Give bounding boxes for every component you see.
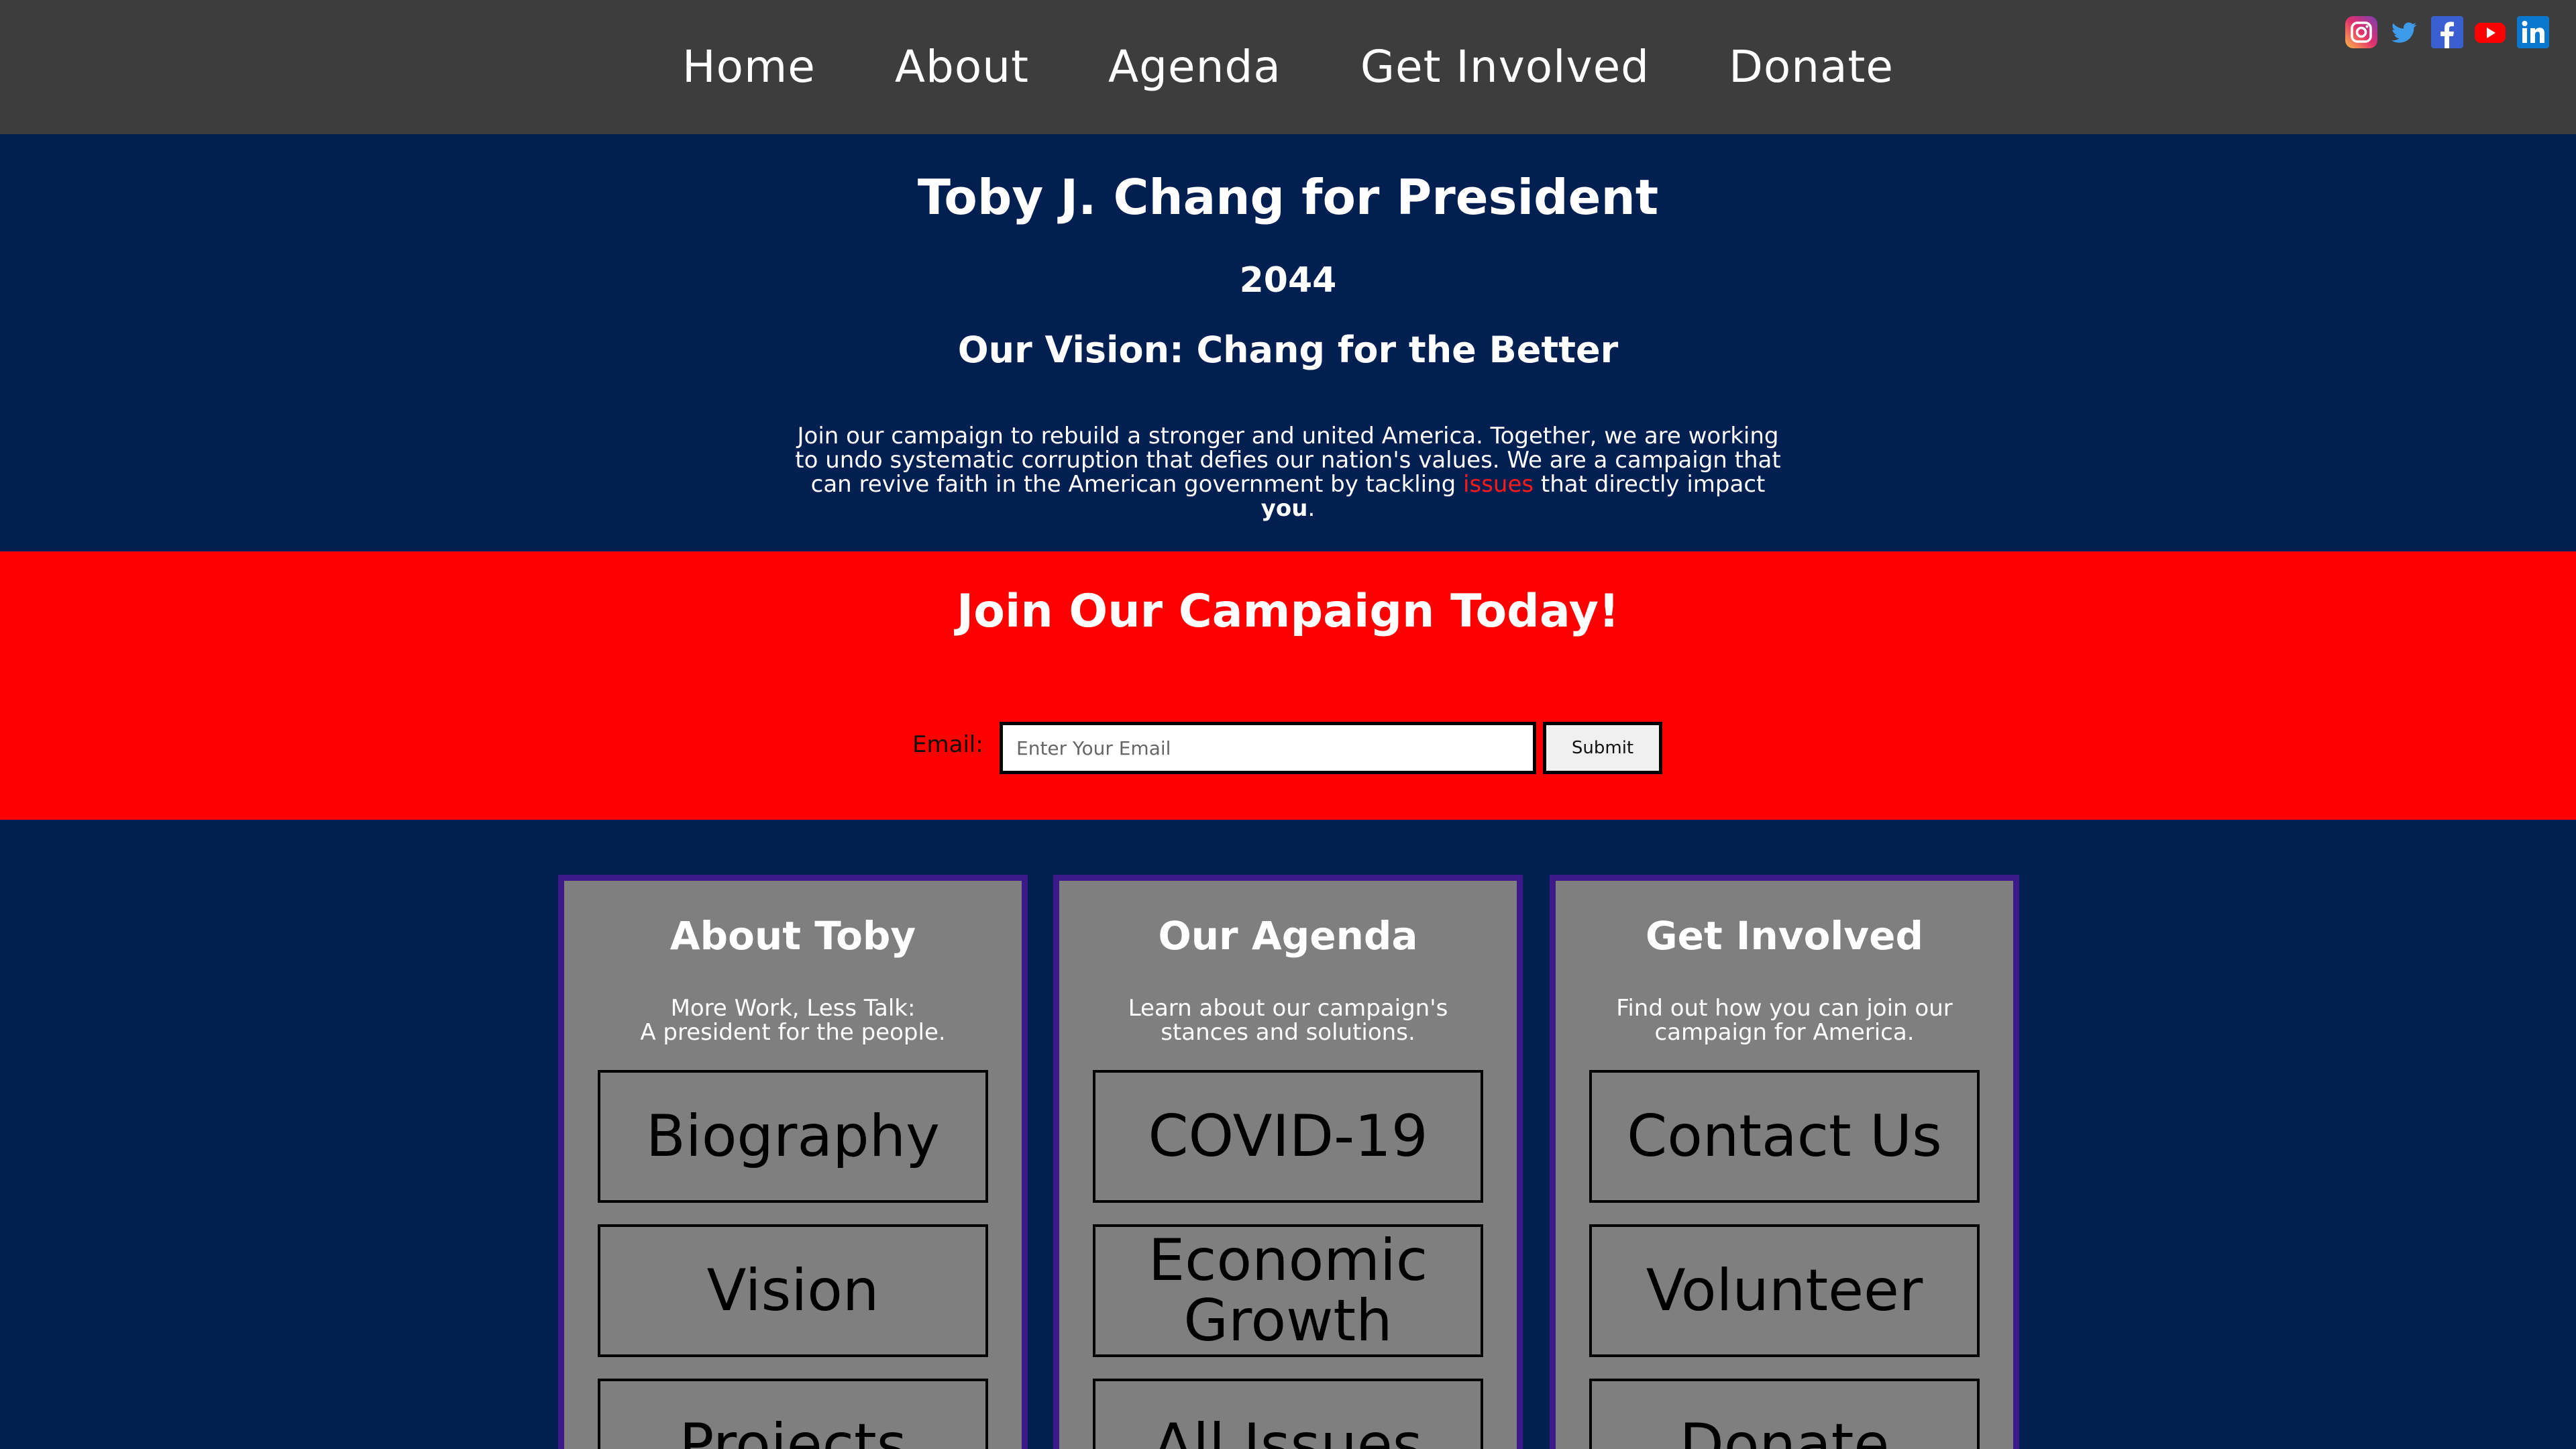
card-subtitle: Learn about our campaign's stances and so… <box>1059 996 1517 1044</box>
facebook-icon[interactable] <box>2430 15 2465 50</box>
card-subtitle-line: stances and solutions. <box>1161 1019 1415 1046</box>
blurb-text-continued: that directly impact <box>1534 471 1766 498</box>
top-nav: Home About Agenda Get Involved Donate <box>0 0 2576 134</box>
about-toby-card: About Toby More Work, Less Talk: A presid… <box>558 875 1028 1449</box>
submit-button[interactable]: Submit <box>1543 722 1662 774</box>
contact-us-button[interactable]: Contact Us <box>1589 1070 1980 1203</box>
nav-home-link[interactable]: Home <box>643 0 855 134</box>
linkedin-icon[interactable] <box>2516 15 2551 50</box>
get-involved-card: Get Involved Find out how you can join o… <box>1550 875 2019 1449</box>
nav-about-link[interactable]: About <box>855 0 1069 134</box>
blurb-emphasis: you <box>1260 495 1308 522</box>
campaign-year: 2044 <box>1239 260 1337 301</box>
join-heading: Join Our Campaign Today! <box>957 585 1619 638</box>
card-subtitle: More Work, Less Talk: A president for the… <box>564 996 1022 1044</box>
blurb-end: . <box>1307 495 1316 522</box>
card-title: About Toby <box>669 913 916 959</box>
email-input[interactable] <box>1000 722 1536 774</box>
vision-button[interactable]: Vision <box>598 1224 988 1357</box>
hero-blurb: Join our campaign to rebuild a stronger … <box>785 424 1791 521</box>
instagram-icon[interactable] <box>2344 15 2379 50</box>
join-campaign-section: Join Our Campaign Today! Email: Submit <box>0 551 2576 820</box>
projects-button[interactable]: Projects <box>598 1379 988 1449</box>
economic-growth-button[interactable]: Economic Growth <box>1093 1224 1483 1357</box>
card-subtitle-line: campaign for America. <box>1654 1019 1915 1046</box>
card-subtitle-line: A president for the people. <box>640 1019 946 1046</box>
all-issues-button[interactable]: All Issues <box>1093 1379 1483 1449</box>
nav-donate-link[interactable]: Donate <box>1689 0 1933 134</box>
nav-get-involved-link[interactable]: Get Involved <box>1321 0 1689 134</box>
card-title: Get Involved <box>1646 913 1923 959</box>
social-links <box>2344 15 2551 50</box>
youtube-icon[interactable] <box>2473 15 2508 50</box>
email-label: Email: <box>912 731 983 758</box>
hero-section: Toby J. Chang for President 2044 Our Vis… <box>0 134 2576 551</box>
card-subtitle-line: Learn about our campaign's <box>1128 995 1448 1022</box>
vision-heading: Our Vision: Chang for the Better <box>957 329 1619 371</box>
card-subtitle-line: More Work, Less Talk: <box>670 995 916 1022</box>
nav-links: Home About Agenda Get Involved Donate <box>0 0 2576 134</box>
our-agenda-card: Our Agenda Learn about our campaign's sta… <box>1053 875 1523 1449</box>
covid-19-button[interactable]: COVID-19 <box>1093 1070 1483 1203</box>
issues-link[interactable]: issues <box>1463 471 1534 498</box>
donate-button[interactable]: Donate <box>1589 1379 1980 1449</box>
biography-button[interactable]: Biography <box>598 1070 988 1203</box>
nav-agenda-link[interactable]: Agenda <box>1069 0 1321 134</box>
card-subtitle: Find out how you can join our campaign fo… <box>1556 996 2013 1044</box>
card-subtitle-line: Find out how you can join our <box>1616 995 1953 1022</box>
volunteer-button[interactable]: Volunteer <box>1589 1224 1980 1357</box>
card-title: Our Agenda <box>1158 913 1418 959</box>
page-title: Toby J. Chang for President <box>917 169 1659 225</box>
twitter-icon[interactable] <box>2387 15 2422 50</box>
